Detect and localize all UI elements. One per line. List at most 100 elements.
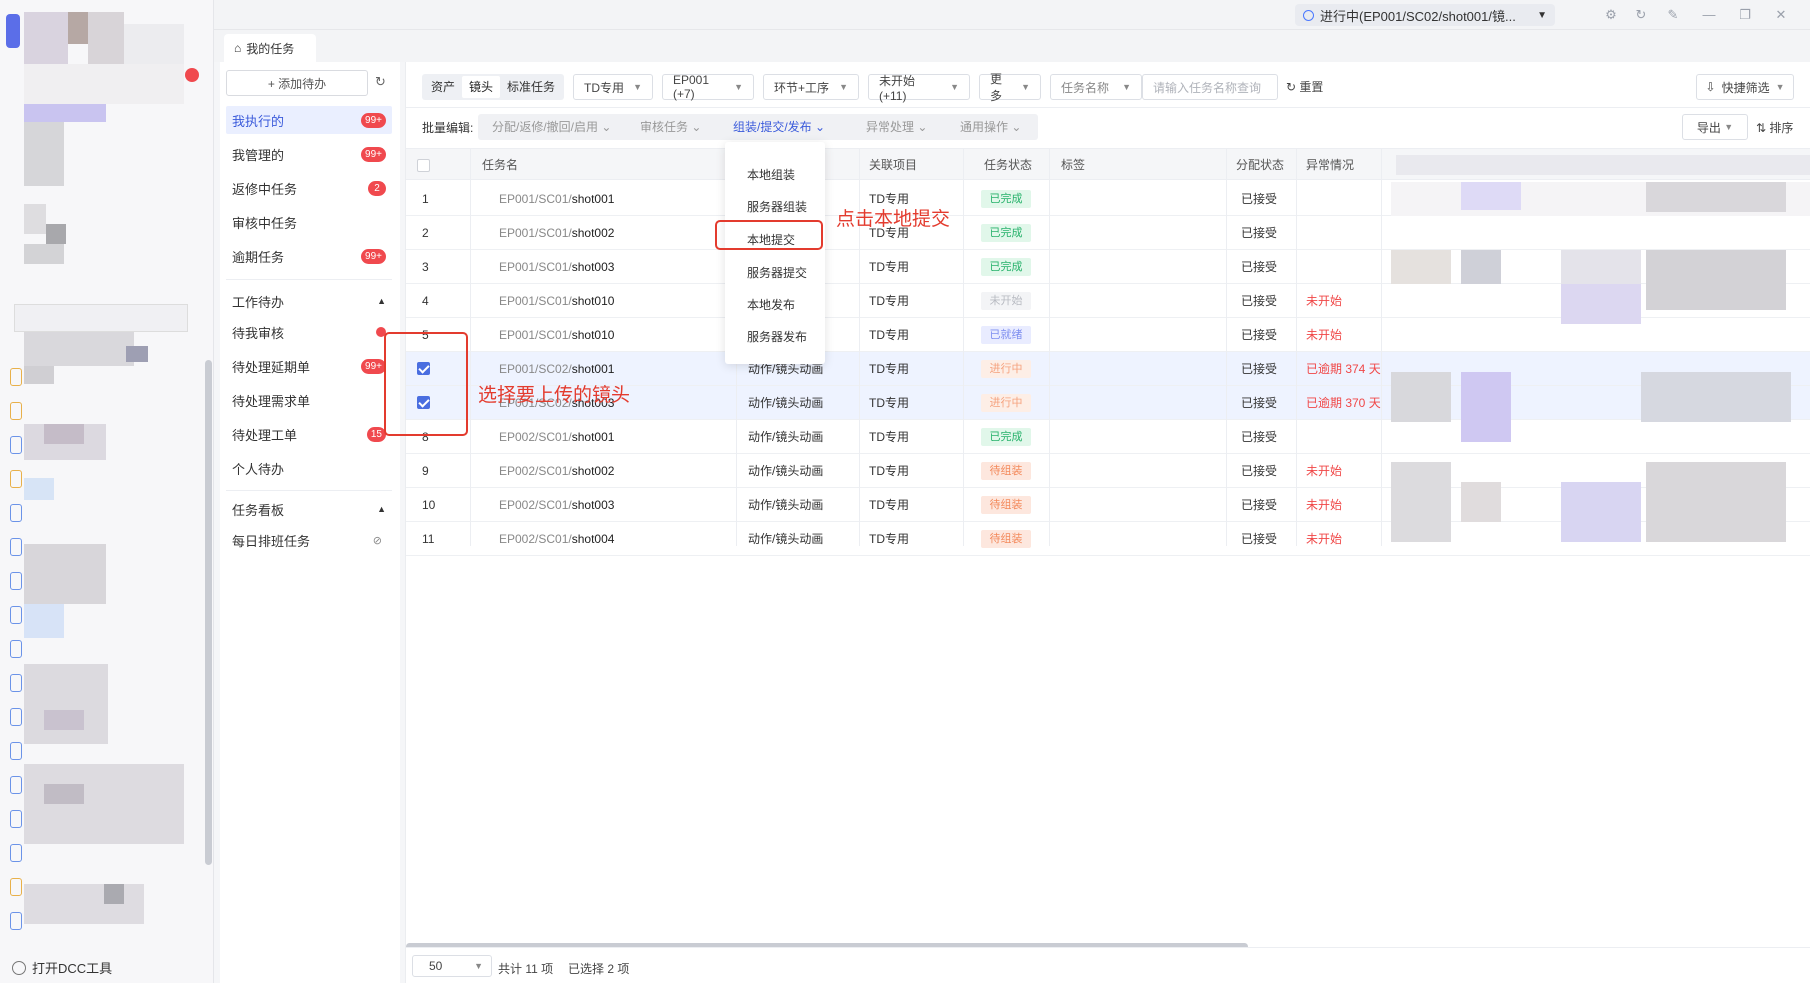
annotation-box-local-submit bbox=[715, 220, 823, 250]
add-todo-button[interactable]: + 添加待办 bbox=[226, 70, 368, 96]
menu-item-local-publish[interactable]: 本地发布 bbox=[747, 296, 795, 313]
task-path: EP002/SC01/ bbox=[499, 498, 572, 512]
task-name-cell[interactable]: EP001/SC01/shot010 bbox=[499, 318, 614, 352]
task-status-dropdown[interactable]: 进行中(EP001/SC02/shot001/镜... ▼ bbox=[1295, 4, 1555, 26]
panel-item-daily-schedule[interactable]: 每日排班任务 ⊘ bbox=[226, 526, 392, 554]
assign-status-cell: 已接受 bbox=[1241, 430, 1278, 444]
batch-review[interactable]: 审核任务 ⌄ bbox=[640, 114, 701, 140]
pin-icon[interactable]: ✎ bbox=[1664, 6, 1682, 24]
sort-button[interactable]: ⇅ 排序 bbox=[1756, 119, 1793, 136]
blue-file-icon bbox=[10, 844, 22, 862]
chevron-down-icon: ▼ bbox=[633, 82, 642, 92]
divider bbox=[226, 279, 392, 280]
segment-assets[interactable]: 资产 bbox=[424, 76, 462, 98]
task-shot: shot001 bbox=[571, 362, 615, 376]
task-shot: shot002 bbox=[571, 464, 615, 478]
column-divider bbox=[1226, 148, 1227, 546]
reset-button[interactable]: ↻ 重置 bbox=[1286, 78, 1323, 95]
task-name-cell[interactable]: EP002/SC01/shot003 bbox=[499, 488, 614, 522]
tab-my-tasks[interactable]: ⌂ 我的任务 bbox=[224, 34, 316, 62]
task-name-cell[interactable]: EP001/SC01/shot010 bbox=[499, 284, 614, 318]
status-select[interactable]: 未开始(+11) ▼ bbox=[868, 74, 970, 103]
panel-item-personal-todo[interactable]: 个人待办 bbox=[226, 454, 392, 482]
refresh-icon[interactable]: ↻ bbox=[1632, 6, 1650, 24]
open-dcc-button[interactable]: 打开DCC工具 bbox=[12, 958, 112, 977]
assign-status-cell: 已接受 bbox=[1241, 328, 1278, 342]
column-header-status[interactable]: 任务状态 bbox=[984, 149, 1032, 181]
blue-file-icon bbox=[10, 708, 22, 726]
status-badge: 进行中 bbox=[981, 394, 1031, 412]
panel-item-my-executed[interactable]: 我执行的 99+ bbox=[226, 106, 392, 134]
segment-shots[interactable]: 镜头 bbox=[462, 76, 501, 98]
panel-item-my-review[interactable]: 待我审核 bbox=[226, 318, 392, 346]
blue-file-icon bbox=[10, 776, 22, 794]
maximize-icon[interactable]: ❐ bbox=[1736, 6, 1754, 24]
batch-exception[interactable]: 异常处理 ⌄ bbox=[866, 114, 927, 140]
more-select[interactable]: 更多 ▼ bbox=[979, 72, 1041, 103]
link-icon[interactable]: ⊘ bbox=[373, 534, 382, 547]
panel-item-overdue[interactable]: 逾期任务 99+ bbox=[226, 242, 392, 270]
task-name-cell[interactable]: EP002/SC01/shot004 bbox=[499, 522, 614, 556]
chevron-down-icon: ▼ bbox=[1021, 82, 1030, 92]
panel-item-requirement-orders[interactable]: 待处理需求单 bbox=[226, 386, 392, 414]
assign-status-cell: 已接受 bbox=[1241, 362, 1278, 376]
search-input[interactable]: 请输入任务名称查询 bbox=[1142, 74, 1278, 100]
sort-label: 排序 bbox=[1769, 121, 1794, 135]
column-header-exception[interactable]: 异常情况 bbox=[1306, 149, 1354, 181]
home-icon: ⌂ bbox=[234, 41, 242, 55]
episode-select[interactable]: EP001 (+7) ▼ bbox=[662, 73, 754, 101]
section-task-board[interactable]: 任务看板 ▲ bbox=[226, 496, 392, 522]
task-path: EP002/SC01/ bbox=[499, 464, 572, 478]
project-cell: TD专用 bbox=[869, 532, 909, 546]
panel-item-reviewing[interactable]: 审核中任务 bbox=[226, 208, 392, 236]
menu-item-local-assemble[interactable]: 本地组装 bbox=[747, 166, 795, 183]
field-select[interactable]: 任务名称 ▼ bbox=[1050, 74, 1142, 100]
column-header-project[interactable]: 关联项目 bbox=[869, 149, 917, 181]
sidebar-scrollbar[interactable] bbox=[205, 360, 212, 865]
blue-file-icon bbox=[10, 538, 22, 556]
section-title: 任务看板 bbox=[232, 502, 285, 518]
task-name-cell[interactable]: EP001/SC01/shot001 bbox=[499, 182, 614, 216]
panel-item-rework[interactable]: 返修中任务 2 bbox=[226, 174, 392, 202]
column-header-task-name[interactable]: 任务名 bbox=[482, 149, 518, 181]
panel-item-my-managed[interactable]: 我管理的 99+ bbox=[226, 140, 392, 168]
stage-cell: 动作/镜头动画 bbox=[748, 498, 824, 512]
task-name-cell[interactable]: EP002/SC01/shot001 bbox=[499, 420, 614, 454]
batch-assign[interactable]: 分配/返修/撤回/启用 ⌄ bbox=[492, 114, 611, 140]
caret-down-icon: ▼ bbox=[1537, 9, 1547, 21]
batch-assemble-submit-publish[interactable]: 组装/提交/发布 ⌄ bbox=[733, 114, 825, 140]
count-badge: 99+ bbox=[361, 112, 386, 128]
batch-edit-bar: 批量编辑: 分配/返修/撤回/启用 ⌄ 审核任务 ⌄ 组装/提交/发布 ⌄ 异常… bbox=[406, 108, 1810, 146]
column-header-tags[interactable]: 标签 bbox=[1061, 149, 1085, 181]
task-name-cell[interactable]: EP001/SC01/shot003 bbox=[499, 250, 614, 284]
chevron-down-icon: ▼ bbox=[474, 961, 483, 971]
menu-item-server-submit[interactable]: 服务器提交 bbox=[747, 264, 807, 281]
column-header-assign-status[interactable]: 分配状态 bbox=[1236, 149, 1284, 181]
select-value: 任务名称 bbox=[1061, 80, 1110, 95]
panel-item-delay-orders[interactable]: 待处理延期单 99+ bbox=[226, 352, 392, 380]
close-icon[interactable]: ✕ bbox=[1772, 6, 1790, 24]
export-button[interactable]: 导出 ▼ bbox=[1682, 114, 1748, 140]
page-size-select[interactable]: 50 ▼ bbox=[412, 955, 492, 977]
filter-bar: 资产 镜头 标准任务 TD专用 ▼ EP001 (+7) ▼ 环节+工序 ▼ 未开始(… bbox=[406, 62, 1810, 108]
minimize-icon[interactable]: — bbox=[1700, 6, 1718, 24]
task-name-cell[interactable]: EP001/SC01/shot002 bbox=[499, 216, 614, 250]
settings-icon[interactable]: ⚙ bbox=[1602, 6, 1620, 24]
segment-standard-tasks[interactable]: 标准任务 bbox=[500, 76, 562, 98]
batch-common[interactable]: 通用操作 ⌄ bbox=[960, 114, 1021, 140]
panel-item-work-orders[interactable]: 待处理工单 15 bbox=[226, 420, 392, 448]
quick-filter-button[interactable]: ⇩ 快捷筛选 ▼ bbox=[1696, 74, 1794, 100]
blue-file-icon bbox=[10, 436, 22, 454]
menu-item-server-assemble[interactable]: 服务器组装 bbox=[747, 198, 807, 215]
refresh-icon[interactable]: ↻ bbox=[375, 74, 386, 90]
task-name-cell[interactable]: EP002/SC01/shot002 bbox=[499, 454, 614, 488]
task-shot: shot010 bbox=[571, 328, 615, 342]
project-select[interactable]: TD专用 ▼ bbox=[573, 74, 653, 100]
stage-select[interactable]: 环节+工序 ▼ bbox=[763, 74, 859, 100]
select-all-checkbox[interactable] bbox=[417, 159, 430, 172]
count-badge: 99+ bbox=[361, 248, 386, 264]
status-badge: 已完成 bbox=[981, 190, 1031, 208]
menu-item-server-publish[interactable]: 服务器发布 bbox=[747, 328, 807, 345]
select-value: TD专用 bbox=[584, 80, 624, 95]
section-work-todo[interactable]: 工作待办 ▲ bbox=[226, 288, 392, 314]
